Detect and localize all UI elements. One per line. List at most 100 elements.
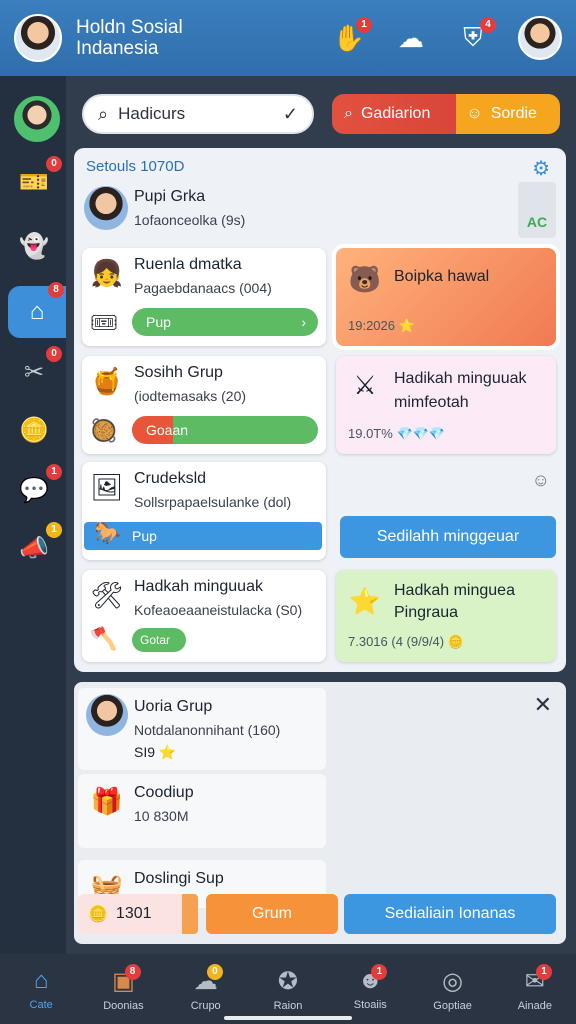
- app-title-line1: Holdn Sosial: [76, 17, 183, 38]
- nav-item-crupo[interactable]: ☁ 0 Crupo: [165, 954, 247, 1024]
- coins-icon: 🪙: [19, 416, 49, 444]
- girl-icon: 👧: [90, 257, 124, 288]
- card-title: Crudeksld: [134, 470, 207, 487]
- divider: [182, 894, 198, 934]
- nav-badge: 1: [371, 964, 388, 980]
- nav-label: Goptiae: [433, 999, 472, 1012]
- group-side-button[interactable]: AC: [518, 182, 556, 238]
- nav-item-ainade[interactable]: ✉ 1 Ainade: [494, 954, 576, 1024]
- search-icon: ⌕: [344, 105, 353, 122]
- card-title: Hadikah minguuak: [394, 370, 527, 387]
- nav-label: Cate: [29, 999, 53, 1011]
- nav-item-raion[interactable]: ✪ Raion: [247, 954, 329, 1024]
- sidebar-item-ticket[interactable]: 🎫 0: [12, 156, 62, 204]
- card-sub: Pingraua: [394, 604, 459, 621]
- list-title: Coodiup: [134, 784, 194, 801]
- sidebar-badge: 1: [46, 464, 62, 480]
- sidebar-avatar[interactable]: [14, 96, 60, 142]
- group-sub: 1ofaonceolka (9s): [134, 212, 246, 228]
- groups-panel: Setouls 1070D ⚙ Pupi Grka 1ofaonceolka (…: [74, 148, 566, 672]
- sidebar-item-chat[interactable]: 💬 1: [12, 464, 62, 512]
- gift-icon: 🎁: [90, 785, 124, 816]
- groups-list-panel: ✕ Uoria Grup Notdalanonnihant (160) SI9 …: [74, 682, 566, 944]
- list-sub: 10 830M: [134, 808, 189, 824]
- ticket-icon: 🎫: [19, 168, 49, 196]
- search-input[interactable]: Hadicurs: [118, 104, 283, 124]
- arrow-icon: ›: [301, 314, 306, 330]
- segment-sordie[interactable]: ☺ Sordie: [456, 94, 560, 134]
- gear-icon[interactable]: ⚙: [532, 156, 550, 181]
- check-icon[interactable]: ✓: [283, 104, 298, 125]
- nav-item-doonias[interactable]: ▣ 8 Doonias: [82, 954, 164, 1024]
- nav-label: Crupo: [190, 999, 221, 1012]
- group-card[interactable]: ⭐ Hadkah minguea Pingraua 7.3016 (4 (9/9…: [336, 570, 556, 662]
- join-bar[interactable]: Gotar: [132, 628, 186, 652]
- sidebar-item-home[interactable]: ⌂ 8: [8, 282, 66, 338]
- sidebar-badge: 8: [48, 282, 64, 298]
- search-icon: ⌕: [98, 103, 109, 124]
- join-bar[interactable]: Pup ›: [132, 308, 318, 336]
- list-item[interactable]: Uoria Grup Notdalanonnihant (160) SI9 ⭐: [78, 688, 326, 770]
- nav-item-home[interactable]: ⌂ Cate: [0, 954, 82, 1024]
- group-card[interactable]: 👧 Ruenla dmatka Pagaebdanaacs (004) 🎟 Pu…: [82, 248, 326, 346]
- list-title: Doslingi Sup: [134, 870, 224, 887]
- group-avatar: [86, 694, 128, 736]
- coins-icon: 🪙: [88, 906, 108, 923]
- gamepad-icon: ✪: [277, 967, 299, 995]
- card-title: Boipka hawal: [394, 268, 490, 285]
- group-card[interactable]: 🛠 Hadkah minguuak Kofeaoeaaneistulacka (…: [82, 570, 326, 662]
- sidebar-item-tools[interactable]: ✂ 0: [12, 346, 62, 394]
- close-icon[interactable]: ✕: [534, 692, 552, 718]
- shield-icon[interactable]: ⛨ 4: [456, 17, 496, 55]
- group-card[interactable]: ⚔ Hadikah minguuak mimfeotah 19.0T% 💎💎💎: [336, 356, 556, 454]
- chat-icon: 💬: [19, 476, 49, 504]
- app-title: Holdn Sosial Indanesia: [76, 17, 183, 59]
- tools-icon: ✂: [23, 358, 45, 386]
- card-title: Hadkah minguea: [394, 582, 515, 599]
- segment-gadiarion[interactable]: ⌕ Gadiarion: [332, 94, 457, 134]
- user-avatar[interactable]: [14, 14, 62, 62]
- sidebar-item-megaphone[interactable]: 📣 1: [12, 522, 62, 570]
- card-meta: 19:2026 ⭐: [348, 318, 415, 333]
- grum-button[interactable]: Grum: [206, 894, 338, 934]
- star-icon: ⭐: [348, 585, 382, 616]
- sidebar-item-coins[interactable]: 🪙: [12, 408, 56, 452]
- card-empty: ☺: [336, 468, 556, 518]
- join-all-button[interactable]: Sedialiain Ionanas: [344, 894, 556, 934]
- card-sub: Pagaebdanaacs (004): [134, 280, 272, 296]
- featured-card[interactable]: 🐻 Boipka hawal 19:2026 ⭐: [336, 248, 556, 346]
- star-icon: ⭐: [158, 744, 177, 760]
- group-avatar: [84, 186, 128, 230]
- group-card[interactable]: 🖼 Crudeksld Sollsrpapaelsulanke (dol) Pu…: [82, 462, 326, 560]
- home-indicator: [224, 1016, 352, 1020]
- nav-badge: 1: [535, 964, 552, 980]
- search-field[interactable]: ⌕ Hadicurs ✓: [82, 94, 314, 134]
- card-title: Ruenla dmatka: [134, 256, 242, 273]
- join-button[interactable]: Sedilahh minggeuar: [340, 516, 556, 558]
- top-bar: Holdn Sosial Indanesia ✋ 1 ☁ ⛨ 4: [0, 0, 576, 76]
- card-title: Hadkah minguuak: [134, 578, 263, 595]
- list-title: Uoria Grup: [134, 698, 213, 715]
- megaphone-icon: 📣: [19, 534, 49, 562]
- list-item[interactable]: 🎁 Coodiup 10 830M: [78, 774, 326, 848]
- sidebar-badge: 0: [46, 156, 62, 172]
- emoji-icon[interactable]: ☺: [532, 470, 550, 491]
- sidebar-item-ghost[interactable]: 👻: [12, 224, 56, 268]
- sidebar: 🎫 0 👻 ⌂ 8 ✂ 0 🪙 💬 1 📣 1: [0, 76, 66, 954]
- bear-icon: 🐻: [348, 263, 382, 294]
- nav-item-goptiae[interactable]: ◎ Goptiae: [411, 954, 493, 1024]
- chat-bubble-icon[interactable]: ☁: [394, 21, 428, 55]
- profile-avatar[interactable]: [518, 16, 562, 60]
- group-card[interactable]: 🍯 Sosihh Grup (iodtemasaks (20) 🥘 Goaan: [82, 356, 326, 454]
- progress-bar[interactable]: Goaan: [132, 416, 318, 444]
- card-meta: 7.3016 (4 (9/9/4) 🪙: [348, 634, 464, 649]
- nav-item-stoaiis[interactable]: ☻ 1 Stoaiis: [329, 954, 411, 1024]
- swords-icon: ⚔: [353, 369, 377, 400]
- nav-label: Ainade: [517, 999, 552, 1012]
- headset-icon: ◎: [442, 967, 464, 995]
- list-meta: SI9 ⭐: [134, 744, 177, 760]
- smiley-icon: ☺: [466, 105, 483, 122]
- hand-icon[interactable]: ✋ 1: [332, 17, 372, 55]
- sidebar-badge: 0: [46, 346, 62, 362]
- ghost-icon: 👻: [19, 232, 49, 260]
